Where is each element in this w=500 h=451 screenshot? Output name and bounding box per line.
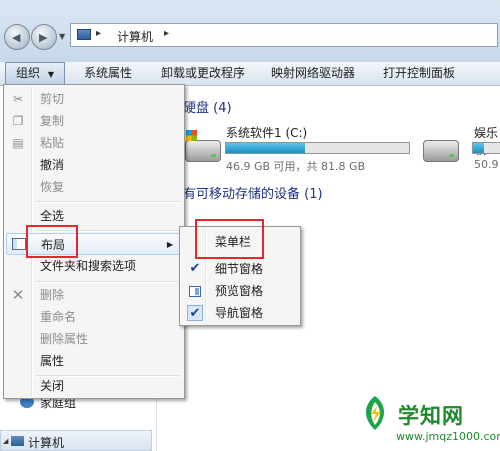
forward-arrow-icon: ▶ (39, 31, 48, 44)
back-button[interactable]: ◀ (4, 24, 30, 50)
clipboard-icon: ▤ (12, 136, 24, 150)
nav-item-computer[interactable]: ◢ 计算机 (0, 430, 152, 451)
checkmark-icon: ✔ (187, 305, 203, 321)
preview-pane-icon (189, 286, 201, 297)
menu-item-label: 恢复 (40, 180, 65, 194)
menu-separator (36, 281, 180, 283)
open-control-panel-button[interactable]: 打开控制面板 (383, 62, 455, 85)
menu-item-label: 重命名 (40, 310, 77, 324)
watermark-logo-icon (365, 396, 385, 430)
breadcrumb-chevron-icon[interactable]: ▸ (164, 28, 169, 39)
drive-d-usage-fill (473, 143, 485, 153)
menu-item-label: 粘贴 (40, 136, 65, 150)
menu-item-copy[interactable]: ❐ 复制 (6, 110, 182, 132)
menu-item-paste[interactable]: ▤ 粘贴 (6, 132, 182, 154)
drive-d-free-text: 50.9 (474, 158, 499, 171)
menu-item-label: 删除属性 (40, 332, 89, 346)
chevron-down-icon: ▼ (47, 70, 54, 79)
menu-separator (36, 201, 180, 203)
address-bar-area: ◀ ▶ ▼ ▸ 计算机 ▸ (0, 0, 500, 62)
submenu-item-details-pane[interactable]: ✔ 细节窗格 (182, 258, 298, 280)
submenu-item-label: 细节窗格 (215, 262, 264, 276)
nav-computer-label: 计算机 (28, 436, 65, 450)
back-arrow-icon: ◀ (12, 31, 21, 44)
submenu-item-preview-pane[interactable]: 预览窗格 (182, 280, 298, 302)
menu-item-folder-options[interactable]: 文件夹和搜索选项 (6, 255, 182, 277)
submenu-item-label: 导航窗格 (215, 306, 264, 320)
group-hard-drives[interactable]: 硬盘 (4) (183, 97, 232, 116)
drive-c-usage-fill (226, 143, 305, 153)
menu-item-label: 删除 (40, 288, 65, 302)
menu-item-label: 复制 (40, 114, 65, 128)
computer-icon (77, 29, 91, 40)
map-network-drive-button[interactable]: 映射网络驱动器 (271, 62, 355, 85)
hard-drive-icon (423, 140, 459, 162)
menu-item-redo[interactable]: 恢复 (6, 176, 182, 198)
organize-button[interactable]: 组织 ▼ (5, 62, 65, 85)
organize-label: 组织 (16, 66, 41, 80)
annotation-highlight-menu-bar (195, 219, 264, 259)
forward-button[interactable]: ▶ (31, 24, 57, 50)
menu-item-label: 关闭 (40, 379, 65, 393)
watermark-url: www.jmqz1000.com (396, 430, 500, 443)
drive-d-usage-bar (472, 142, 500, 154)
menu-item-label: 属性 (40, 354, 65, 368)
menu-item-undo[interactable]: 撤消 (6, 154, 182, 176)
drive-c-usage-bar (225, 142, 410, 154)
uninstall-program-button[interactable]: 卸载或更改程序 (161, 62, 245, 85)
menu-item-cut[interactable]: ✂ 剪切 (6, 88, 182, 110)
system-properties-button[interactable]: 系统属性 (84, 62, 132, 85)
menu-item-close[interactable]: 关闭 (6, 375, 182, 397)
menu-item-label: 文件夹和搜索选项 (40, 259, 137, 273)
hard-drive-icon (185, 140, 221, 162)
group-removable-storage[interactable]: 有可移动存储的设备 (1) (183, 183, 323, 202)
annotation-highlight-layout (26, 225, 78, 258)
submenu-item-navigation-pane[interactable]: ✔ 导航窗格 (182, 302, 298, 324)
menu-item-label: 全选 (40, 209, 65, 223)
delete-x-icon: ✕ (11, 286, 25, 304)
menu-item-label: 剪切 (40, 92, 65, 106)
layout-icon (12, 238, 26, 250)
menu-item-rename[interactable]: 重命名 (6, 306, 182, 328)
breadcrumb-chevron-icon[interactable]: ▸ (96, 28, 101, 39)
drive-c-label[interactable]: 系统软件1 (C:) (226, 124, 307, 141)
computer-icon (11, 436, 24, 446)
breadcrumb-computer[interactable]: 计算机 (117, 28, 153, 45)
copy-icon: ❐ (12, 114, 24, 128)
menu-item-label: 撤消 (40, 158, 65, 172)
watermark-title: 学知网 (398, 404, 464, 428)
address-box[interactable]: ▸ 计算机 ▸ (70, 23, 498, 47)
recent-pages-dropdown-icon[interactable]: ▼ (59, 32, 65, 41)
drive-c-free-text: 46.9 GB 可用，共 81.8 GB (226, 160, 366, 173)
menu-item-delete[interactable]: ✕ 删除 (6, 284, 182, 306)
command-bar: 组织 ▼ 系统属性 卸载或更改程序 映射网络驱动器 打开控制面板 (0, 62, 500, 86)
submenu-arrow-icon: ▶ (166, 240, 173, 249)
scissors-icon: ✂ (12, 92, 24, 106)
checkmark-icon: ✔ (189, 261, 201, 276)
menu-item-remove-properties[interactable]: 删除属性 (6, 328, 182, 350)
submenu-item-label: 预览窗格 (215, 284, 264, 298)
windows-logo-icon (186, 130, 197, 141)
menu-item-properties[interactable]: 属性 (6, 350, 182, 372)
collapse-icon[interactable]: ◢ (3, 437, 8, 445)
menu-item-select-all[interactable]: 全选 (6, 205, 182, 227)
